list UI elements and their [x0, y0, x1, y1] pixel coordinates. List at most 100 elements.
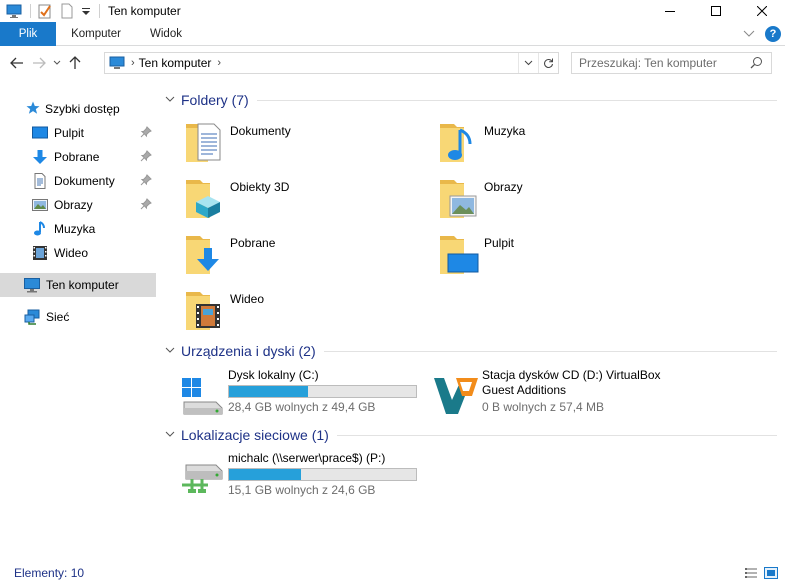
- chevron-down-icon[interactable]: [165, 346, 177, 357]
- sidebar-item-label: Sieć: [46, 310, 70, 324]
- maximize-button[interactable]: [693, 0, 739, 22]
- address-dropdown-icon[interactable]: [518, 53, 538, 73]
- view-switcher: [743, 565, 779, 581]
- sidebar-item-label: Pulpit: [54, 126, 85, 140]
- folder-3d-objects[interactable]: Obiekty 3D: [184, 174, 424, 222]
- sidebar-item-label: Pobrane: [54, 150, 100, 164]
- drive-usage-bar: [228, 468, 417, 481]
- address-bar-actions: [518, 53, 558, 73]
- drive-free-space: 0 B wolnych z 57,4 MB: [482, 400, 605, 414]
- drive-c[interactable]: Dysk lokalny (C:) 28,4 GB wolnych z 49,4…: [178, 368, 428, 424]
- group-header-network[interactable]: Lokalizacje sieciowe (1): [165, 426, 777, 444]
- download-icon: [32, 149, 48, 165]
- documents-folder-icon: [184, 118, 232, 166]
- group-header-devices[interactable]: Urządzenia i dyski (2): [165, 342, 777, 360]
- sidebar-item-network[interactable]: Sieć: [0, 305, 156, 329]
- forward-button[interactable]: [28, 52, 50, 74]
- tab-view[interactable]: Widok: [136, 22, 196, 46]
- network-icon: [24, 309, 40, 325]
- chevron-right-icon[interactable]: ›: [131, 57, 135, 69]
- refresh-icon[interactable]: [538, 53, 558, 73]
- sidebar-item-label: Obrazy: [54, 198, 93, 212]
- divider: [256, 99, 777, 101]
- minimize-button[interactable]: [647, 0, 693, 22]
- 3d-objects-folder-icon: [184, 174, 232, 222]
- details-view-icon[interactable]: [743, 565, 759, 581]
- separator: [99, 4, 100, 18]
- search-box[interactable]: [571, 52, 772, 74]
- recent-locations-icon[interactable]: [50, 52, 64, 74]
- new-file-icon[interactable]: [59, 3, 75, 19]
- customize-dropdown-icon[interactable]: [81, 3, 91, 19]
- folder-pictures[interactable]: Obrazy: [438, 174, 678, 222]
- up-button[interactable]: [64, 52, 86, 74]
- drive-name-line2: Guest Additions: [482, 383, 567, 397]
- expand-ribbon-icon[interactable]: [743, 27, 755, 41]
- navigation-pane: Szybki dostęp Pulpit Pobrane Dokumenty O…: [0, 92, 160, 552]
- folder-label: Dokumenty: [230, 124, 291, 138]
- help-icon[interactable]: ?: [765, 26, 781, 42]
- sidebar-item-label: Muzyka: [54, 222, 96, 236]
- group-header-folders[interactable]: Foldery (7): [165, 91, 777, 109]
- folder-music[interactable]: Muzyka: [438, 118, 678, 166]
- sidebar-item-quick-access[interactable]: Szybki dostęp: [0, 97, 156, 121]
- picture-icon: [32, 197, 48, 213]
- pin-icon[interactable]: [140, 150, 152, 165]
- pin-icon[interactable]: [140, 198, 152, 213]
- separator: [30, 4, 31, 18]
- sidebar-item-label: Ten komputer: [46, 278, 119, 292]
- drive-name-line1: Stacja dysków CD (D:) VirtualBox: [482, 368, 661, 382]
- music-folder-icon: [438, 118, 486, 166]
- music-icon: [32, 221, 48, 237]
- sidebar-item-this-pc[interactable]: Ten komputer: [0, 273, 156, 297]
- sidebar-item-downloads[interactable]: Pobrane: [0, 145, 156, 169]
- sidebar-item-label: Szybki dostęp: [45, 102, 120, 116]
- document-icon: [32, 173, 48, 189]
- downloads-folder-icon: [184, 230, 232, 278]
- search-input[interactable]: [579, 56, 739, 70]
- sidebar-item-pictures[interactable]: Obrazy: [0, 193, 156, 217]
- chevron-down-icon[interactable]: [165, 95, 177, 106]
- navigation-bar: › Ten komputer ›: [0, 50, 785, 76]
- virtualbox-cd-icon: [432, 374, 480, 418]
- folder-downloads[interactable]: Pobrane: [184, 230, 424, 278]
- sidebar-item-videos[interactable]: Wideo: [0, 241, 156, 265]
- folder-documents[interactable]: Dokumenty: [184, 118, 424, 166]
- chevron-down-icon[interactable]: [165, 430, 177, 441]
- window-title: Ten komputer: [108, 4, 181, 18]
- group-title: Lokalizacje sieciowe (1): [181, 427, 329, 443]
- folder-label: Wideo: [230, 292, 265, 306]
- desktop-icon: [32, 125, 48, 141]
- divider: [323, 350, 777, 352]
- properties-icon[interactable]: [37, 3, 53, 19]
- network-drive-p[interactable]: michalc (\\serwer\prace$) (P:) 15,1 GB w…: [178, 451, 428, 507]
- drive-free-space: 15,1 GB wolnych z 24,6 GB: [228, 483, 376, 497]
- breadcrumb-this-pc[interactable]: Ten komputer: [139, 56, 212, 70]
- chevron-right-icon[interactable]: ›: [217, 57, 221, 69]
- ribbon-right: ?: [743, 22, 781, 46]
- large-icons-view-icon[interactable]: [763, 565, 779, 581]
- pictures-folder-icon: [438, 174, 486, 222]
- tab-computer[interactable]: Komputer: [56, 22, 136, 46]
- pin-icon[interactable]: [140, 174, 152, 189]
- folder-videos[interactable]: Wideo: [184, 286, 424, 334]
- sidebar-item-music[interactable]: Muzyka: [0, 217, 156, 241]
- quick-access-toolbar: [0, 0, 106, 22]
- folder-label: Obiekty 3D: [230, 180, 290, 194]
- folder-label: Obrazy: [484, 180, 523, 194]
- divider: [336, 434, 777, 436]
- address-bar[interactable]: › Ten komputer ›: [104, 52, 559, 74]
- sidebar-item-desktop[interactable]: Pulpit: [0, 121, 156, 145]
- computer-icon: [6, 3, 22, 19]
- windows-drive-icon: [178, 374, 226, 418]
- pin-icon[interactable]: [140, 126, 152, 141]
- drive-free-space: 28,4 GB wolnych z 49,4 GB: [228, 400, 376, 414]
- sidebar-item-documents[interactable]: Dokumenty: [0, 169, 156, 193]
- item-count: Elementy: 10: [14, 566, 85, 580]
- close-button[interactable]: [739, 0, 785, 22]
- back-button[interactable]: [6, 52, 28, 74]
- tab-file[interactable]: Plik: [0, 22, 56, 46]
- drive-d[interactable]: Stacja dysków CD (D:) VirtualBox Guest A…: [432, 368, 682, 424]
- videos-folder-icon: [184, 286, 232, 334]
- folder-desktop[interactable]: Pulpit: [438, 230, 678, 278]
